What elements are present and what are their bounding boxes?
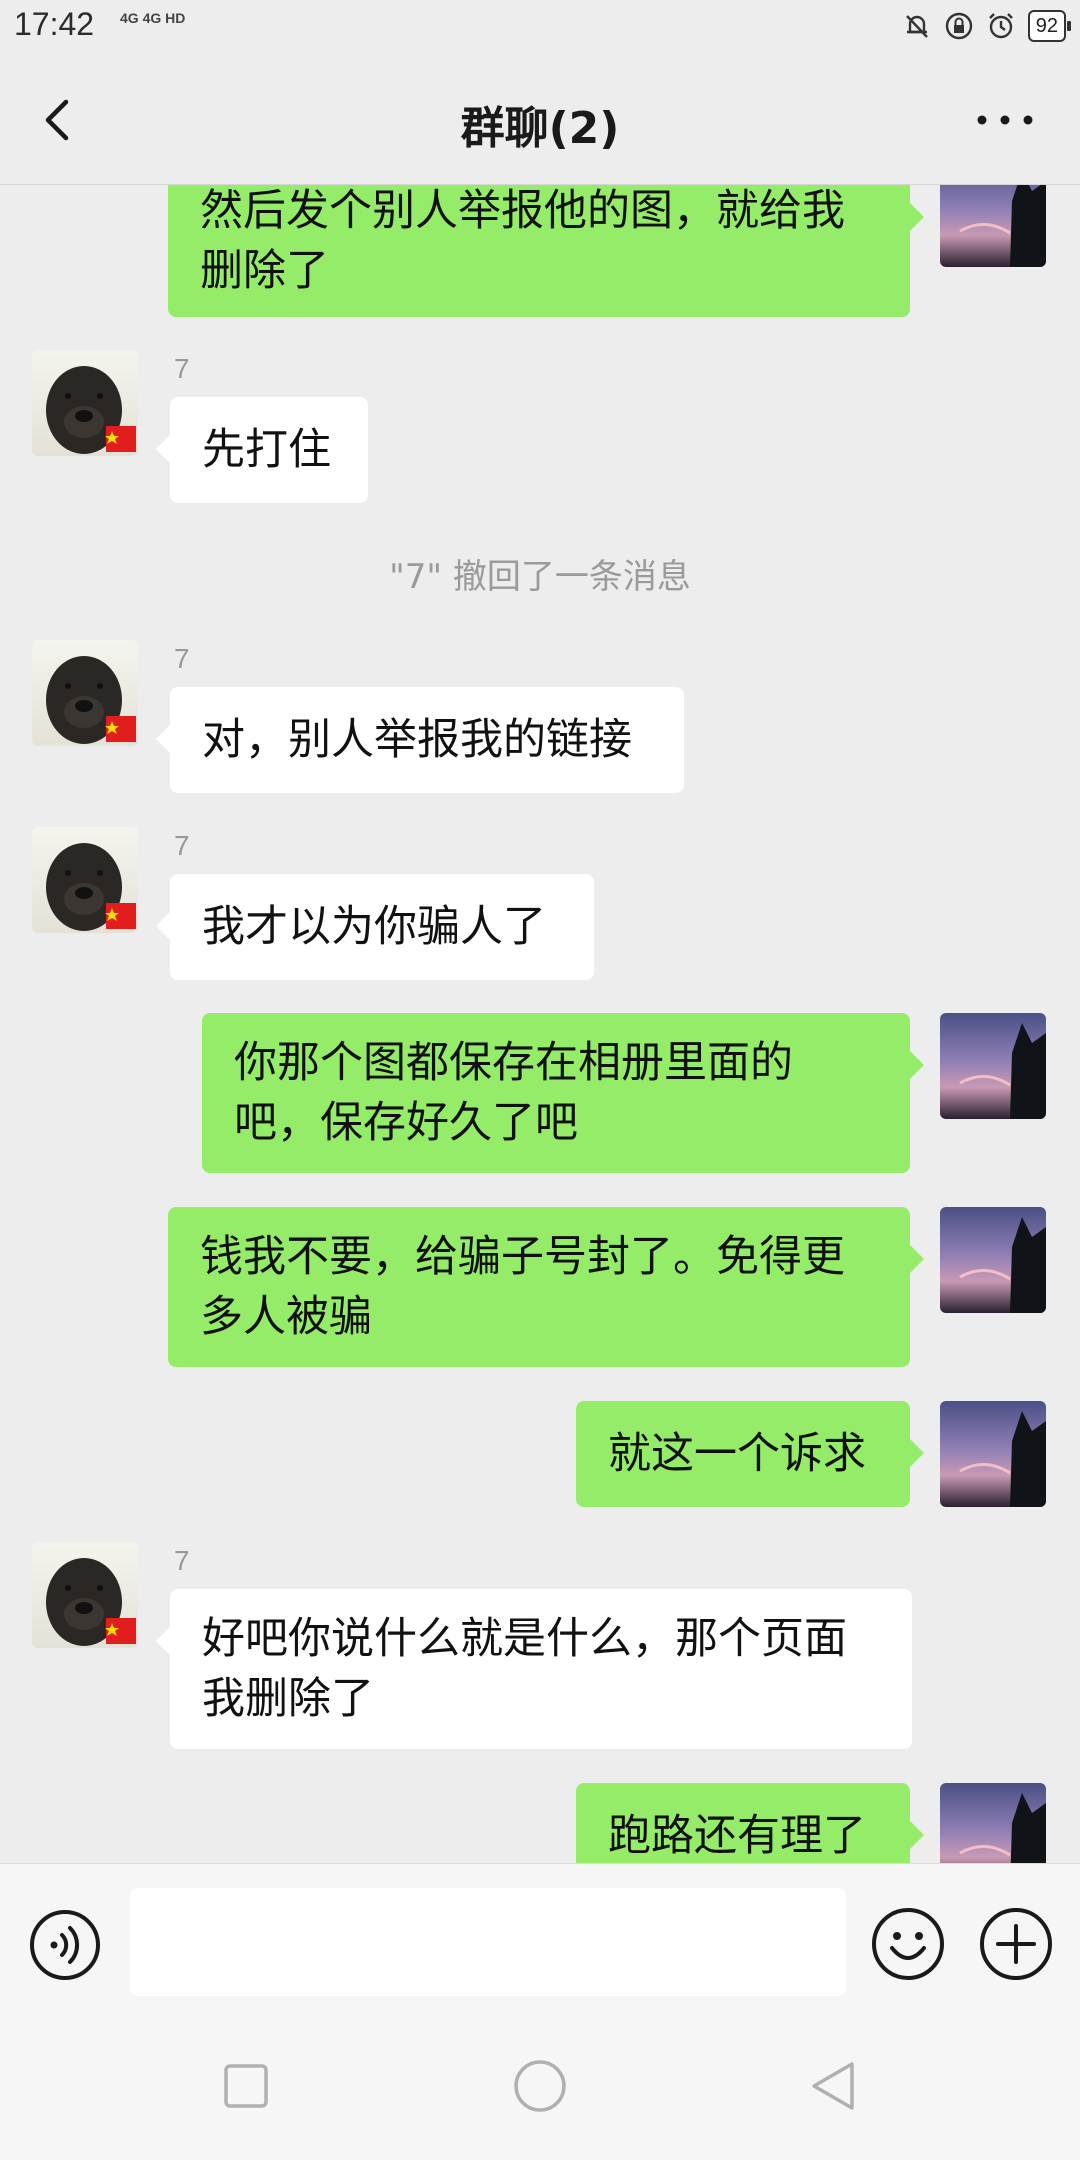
sender-name: 7 <box>174 643 190 674</box>
message-bubble-outgoing[interactable]: 然后发个别人举报他的图，就给我删除了 <box>168 185 924 317</box>
voice-icon[interactable] <box>28 1908 102 1982</box>
battery-indicator: 92 <box>1027 10 1072 42</box>
plus-icon[interactable] <box>978 1906 1054 1982</box>
message-text: 你那个图都保存在相册里面的吧，保存好久了吧 <box>234 1038 793 1148</box>
message-bubble-incoming[interactable]: 我才以为你骗人了 <box>156 874 594 980</box>
avatar-self[interactable] <box>940 1401 1046 1507</box>
message-bubble-incoming[interactable]: 好吧你说什么就是什么，那个页面我删除了 <box>156 1589 912 1749</box>
emoji-icon[interactable] <box>870 1906 946 1982</box>
message-bubble-incoming[interactable]: 对，别人举报我的链接 <box>156 687 684 793</box>
message-text: 好吧你说什么就是什么，那个页面我删除了 <box>202 1614 847 1724</box>
lock-rotation-icon <box>945 12 972 40</box>
message-text: 就这一个诉求 <box>608 1429 866 1479</box>
avatar-self[interactable] <box>940 1013 1046 1119</box>
status-icons: 92 <box>902 10 1072 42</box>
home-icon[interactable] <box>508 2054 572 2118</box>
bell-muted-icon <box>905 15 928 38</box>
message-text: 跑路还有理了 <box>608 1811 866 1861</box>
status-time: 17:42 <box>14 6 95 42</box>
input-bar <box>0 1863 1080 2014</box>
avatar-contact[interactable] <box>32 350 138 456</box>
network-indicator: 4G 4G HD <box>120 10 186 26</box>
alarm-icon <box>988 13 1013 39</box>
message-text: 先打住 <box>202 425 331 475</box>
message-bubble-outgoing[interactable]: 就这一个诉求 <box>576 1401 924 1507</box>
status-bar: 17:42 4G 4G HD 92 <box>0 0 1080 58</box>
avatar-contact[interactable] <box>32 640 138 746</box>
more-dots-icon[interactable] <box>970 98 1040 142</box>
message-list[interactable]: 然后发个别人举报他的图，就给我删除了 7 先打住 "7" 撤回了一条消息 7 对… <box>0 185 1080 1863</box>
message-text: 钱我不要，给骗子号封了。免得更多人被骗 <box>200 1232 845 1342</box>
recent-apps-icon[interactable] <box>214 2054 278 2118</box>
avatar-self[interactable] <box>940 185 1046 267</box>
message-text: 然后发个别人举报他的图，就给我删除了 <box>200 186 845 296</box>
system-nav-bar <box>0 2014 1080 2160</box>
sender-name: 7 <box>174 830 190 861</box>
sender-name: 7 <box>174 353 190 384</box>
message-bubble-outgoing[interactable]: 你那个图都保存在相册里面的吧，保存好久了吧 <box>202 1013 924 1173</box>
sender-name: 7 <box>174 1545 190 1576</box>
chat-title: 群聊(2) <box>460 103 620 154</box>
message-text: 对，别人举报我的链接 <box>202 715 632 765</box>
chat-header: 群聊(2) <box>0 58 1080 185</box>
message-bubble-incoming[interactable]: 先打住 <box>156 397 368 503</box>
message-input[interactable] <box>130 1888 846 1996</box>
avatar-self[interactable] <box>940 1783 1046 1863</box>
back-nav-icon[interactable] <box>802 2054 866 2118</box>
avatar-contact[interactable] <box>32 827 138 933</box>
message-text: 我才以为你骗人了 <box>202 902 546 952</box>
message-bubble-outgoing[interactable]: 钱我不要，给骗子号封了。免得更多人被骗 <box>168 1207 924 1367</box>
avatar-self[interactable] <box>940 1207 1046 1313</box>
recall-notice: "7" 撤回了一条消息 <box>389 557 691 597</box>
avatar-contact[interactable] <box>32 1542 138 1648</box>
message-bubble-outgoing[interactable]: 跑路还有理了 <box>576 1783 924 1863</box>
